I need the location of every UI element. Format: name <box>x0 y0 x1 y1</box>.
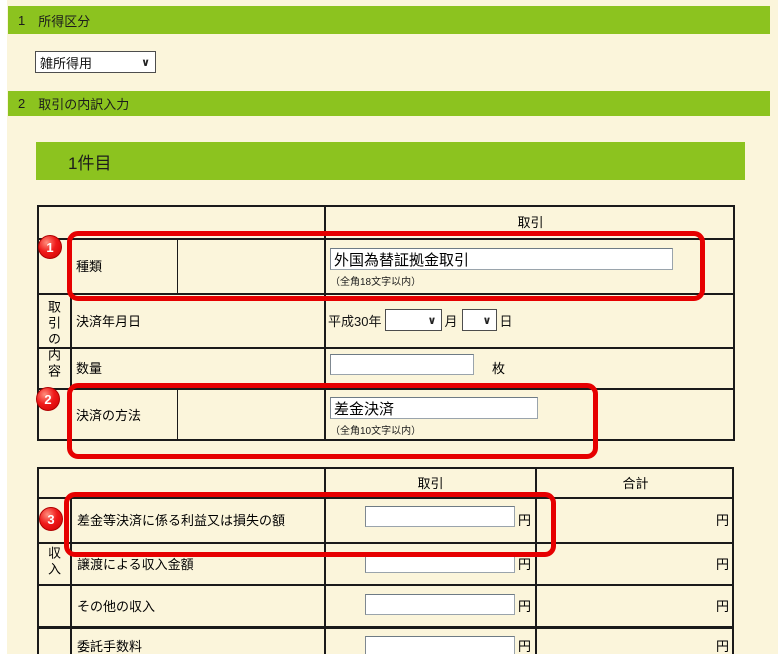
section-header-income-category: 1 所得区分 <box>8 6 770 34</box>
yen-unit-label: 円 <box>715 638 729 654</box>
quantity-unit-label: 枚 <box>492 361 506 376</box>
chevron-down-icon: ∨ <box>482 314 492 327</box>
page: 1 所得区分 雑所得用 ∨ 2 取引の内訳入力 1件目 取引 取引の内容 種類 … <box>0 0 778 654</box>
type-input-hint: （全角18文字以内） <box>330 277 422 288</box>
entry-header-title: 1件目 <box>68 153 112 173</box>
row-label-transfer-income: 譲渡による収入金額 <box>77 556 194 572</box>
column-header-total: 合計 <box>622 475 649 491</box>
settlement-day-select[interactable]: ∨ <box>462 309 498 331</box>
table-border-line <box>177 388 178 441</box>
income-category-select[interactable]: 雑所得用 ∨ <box>35 51 156 73</box>
entry-header: 1件目 <box>36 142 745 180</box>
income-category-value: 雑所得用 <box>40 55 93 71</box>
section-number: 2 <box>18 96 26 111</box>
yen-unit-label: 円 <box>517 513 531 528</box>
era-year-label: 平成30年 <box>328 313 382 329</box>
section-title: 所得区分 <box>38 13 91 29</box>
chevron-down-icon: ∨ <box>427 314 437 327</box>
yen-unit-label: 円 <box>517 556 531 572</box>
yen-unit-label: 円 <box>715 556 729 572</box>
yen-unit-label: 円 <box>715 513 729 528</box>
settlement-method-input-hint: （全角10文字以内） <box>330 426 422 437</box>
table-border-line <box>70 497 72 654</box>
yen-unit-label: 円 <box>517 638 531 654</box>
row-group-label-transaction-content: 取引の内容 <box>46 299 61 380</box>
section-title: 取引の内訳入力 <box>38 97 130 112</box>
row-label-settlement-date: 決済年月日 <box>76 313 142 329</box>
settlement-method-input[interactable] <box>330 397 538 419</box>
row-label-profit-loss: 差金等決済に係る利益又は損失の額 <box>77 513 286 528</box>
yen-unit-label: 円 <box>517 598 531 614</box>
table-border-line <box>177 238 178 293</box>
yen-unit-label: 円 <box>715 598 729 614</box>
row-label-quantity: 数量 <box>76 361 103 376</box>
table-border-line <box>70 238 72 441</box>
row-group-label-income: 収入 <box>46 546 61 578</box>
settlement-month-select[interactable]: ∨ <box>385 309 443 331</box>
quantity-input[interactable] <box>330 354 474 375</box>
section-header-transaction-details: 2 取引の内訳入力 <box>8 91 770 116</box>
month-suffix-label: 月 <box>444 313 458 329</box>
section-number: 1 <box>18 12 26 28</box>
row-label-other-income: その他の収入 <box>77 598 156 614</box>
type-input[interactable] <box>330 248 673 270</box>
left-margin-strip <box>0 0 7 654</box>
settlement-date-controls: 平成30年 ∨ 月 ∨ 日 <box>328 295 708 345</box>
table-border-line <box>324 205 326 441</box>
day-suffix-label: 日 <box>499 313 513 329</box>
chevron-down-icon: ∨ <box>141 56 150 69</box>
column-header-transaction: 取引 <box>517 215 544 230</box>
row-label-type: 種類 <box>76 259 103 274</box>
column-header-transaction: 取引 <box>417 475 444 491</box>
row-label-commission: 委託手数料 <box>77 638 143 654</box>
row-label-settlement-method: 決済の方法 <box>76 408 142 423</box>
